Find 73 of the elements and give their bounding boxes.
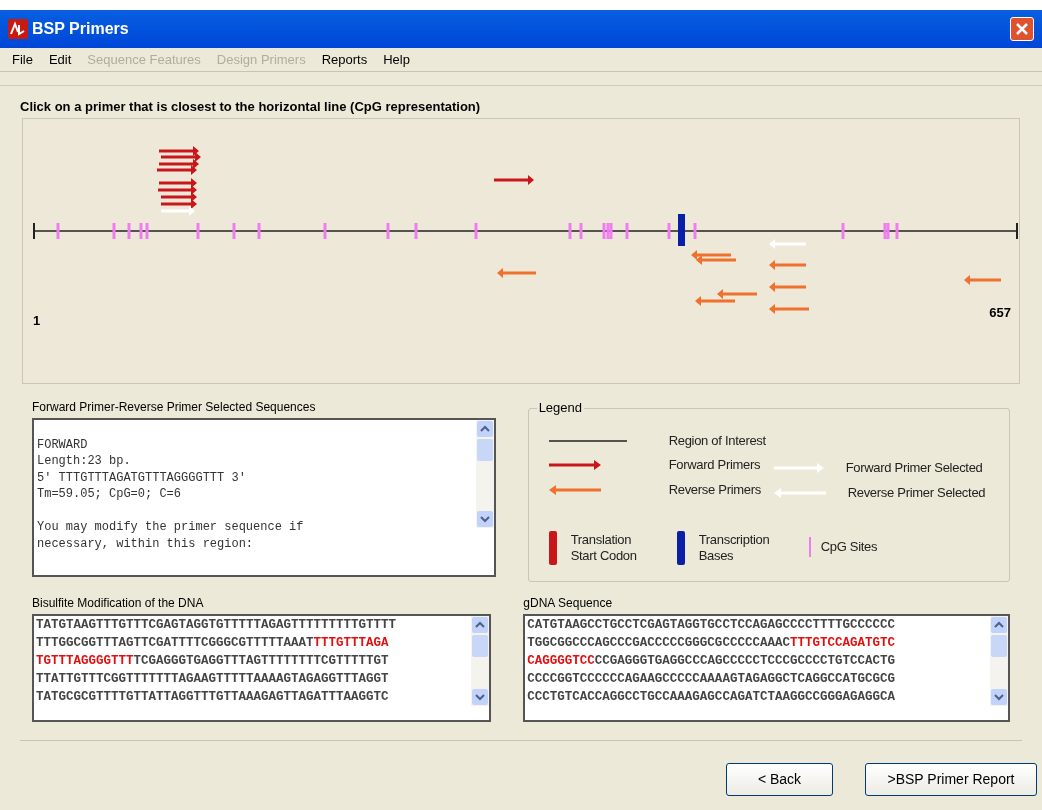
report-button[interactable]: >BSP Primer Report: [865, 763, 1037, 796]
legend-label: Translation Start Codon: [570, 532, 638, 564]
legend-title: Legend: [536, 400, 585, 416]
legend-label: Forward Primers: [668, 457, 761, 473]
cpg-site-mark: [232, 223, 236, 239]
menu-item[interactable]: File: [4, 49, 41, 70]
instruction-text: Click on a primer that is closest to the horizontal line (CpG representation): [19, 98, 482, 116]
forward-primer-arrow[interactable]: [161, 152, 201, 162]
legend-label: Forward Primer Selected: [845, 460, 983, 476]
sequence-text-area[interactable]: TATGTAAGTTTGTTTCGAGTAGGTGTTTTTAGAGTTTTTTTTTGTTTT TTTGGCGGTTTAGTTCGATTTTCGGGCGTTTTTAAATTTTGTTTAGA TGTTTAGGGGTTTTCGAGGGTGAGGTTTAGTTTTTTTTCGTTTTTGT TTATTGTTTCGGTTTTTTTAGAAGTTTTTAAAAGTAGAGGTTTAGGT TATGCGCGTTTTGTTATTAGGTTTGTTAAAGAGTTAGATTTAAGGTC: [32, 614, 492, 722]
cpg-site-mark: [841, 223, 845, 239]
right-arrow-icon: [773, 461, 824, 475]
cpg-site-mark: [145, 223, 149, 239]
tick-swatch: [808, 537, 811, 557]
cpg-site-mark: [139, 223, 143, 239]
forward-primer-arrow[interactable]: [159, 159, 199, 169]
app-logo-icon: [8, 19, 28, 39]
forward-primer-arrow[interactable]: [159, 146, 199, 156]
menu-item[interactable]: Help: [375, 49, 418, 70]
reverse-primer-arrow[interactable]: [696, 255, 736, 265]
cpg-site-mark: [579, 223, 583, 239]
back-button[interactable]: < Back: [726, 763, 833, 796]
forward-primer-arrow[interactable]: [161, 199, 197, 209]
legend-label: Reverse Primers: [668, 482, 761, 498]
cpg-site-mark: [625, 223, 629, 239]
right-arrow-icon: [548, 458, 601, 472]
reverse-primer-arrow[interactable]: [964, 275, 1001, 285]
cpg-site-mark: [667, 223, 671, 239]
legend-label: Region of Interest: [668, 433, 766, 449]
reverse-primer-arrow[interactable]: [695, 296, 735, 306]
end-position-label: 657: [989, 304, 1011, 322]
close-icon: [1016, 23, 1028, 35]
forward-primer-arrow[interactable]: [494, 175, 534, 185]
cpg-site-mark: [386, 223, 390, 239]
cpg-site-mark: [257, 223, 261, 239]
reverse-primer-arrow[interactable]: [769, 282, 806, 292]
cpg-site-mark: [568, 223, 572, 239]
transcription-base-mark: [678, 214, 685, 246]
cpg-site-mark: [323, 223, 327, 239]
cpg-site-mark: [112, 223, 116, 239]
reverse-primer-arrow[interactable]: [717, 289, 757, 299]
reverse-primer-arrow[interactable]: [769, 304, 809, 314]
forward-primer-arrow[interactable]: [158, 185, 197, 195]
section-label: Bisulfite Modification of the DNA: [32, 595, 205, 612]
legend-label: Transcription Bases: [698, 532, 771, 564]
cpg-site-mark: [56, 223, 60, 239]
close-button[interactable]: [1010, 17, 1034, 41]
cpg-site-mark: [895, 223, 899, 239]
cpg-site-mark: [693, 223, 697, 239]
section-label: gDNA Sequence: [523, 595, 614, 612]
menu-item[interactable]: Edit: [40, 49, 80, 70]
window-title: BSP Primers: [32, 19, 129, 39]
legend-label: Reverse Primer Selected: [847, 485, 986, 501]
sequence-text-area[interactable]: FORWARD Length:23 bp. 5' TTTGTTTAGATGTTTAGGGGTTT 3' Tm=59.05; CpG=0; C=6 You may modify the primer sequence if necessary, within this region:: [32, 418, 496, 577]
left-arrow-icon: [773, 486, 826, 500]
cpg-site-mark: [414, 223, 418, 239]
forward-primer-arrow[interactable]: [161, 192, 197, 202]
reverse-primer-arrow[interactable]: [769, 260, 806, 270]
section-label: Forward Primer-Reverse Primer Selected Sequences: [32, 399, 317, 416]
start-position-label: 1: [33, 312, 41, 330]
forward-primer-arrow[interactable]: [157, 165, 197, 175]
cpg-site-mark: [196, 223, 200, 239]
left-arrow-icon: [548, 483, 601, 497]
menu-item[interactable]: Reports: [313, 49, 376, 70]
sequence-text-area[interactable]: CATGTAAGCCTGCCTCGAGTAGGTGCCTCCAGAGCCCCTTTTGCCCCCC TGGCGGCCCAGCCCGACCCCCGGGCGCCCCCAAACTTTGTCCAGATGTC CAGGGGTCCCCGAGGGTGAGGCCCAGCCCCCTCCCGCCCCTGTCCACTG CCCCGGTCCCCCCAGAAGCCCCCAAAAGTAGAGGCTCAGGCCATGCGCG CCCTGTCACCAGGCCTGCCAAAGAGCCAGATCTAAGGCCGGGAGAGGCA: [523, 614, 1010, 722]
legend-label: CpG Sites: [820, 539, 878, 555]
reverse-primer-arrow[interactable]: [497, 268, 536, 278]
bar-swatch: [676, 531, 685, 565]
reverse-primer-arrow[interactable]: [691, 250, 731, 260]
bar-swatch: [548, 531, 557, 565]
cpg-site-mark: [474, 223, 478, 239]
forward-primer-arrow[interactable]: [159, 178, 197, 188]
cpg-site-mark: [127, 223, 131, 239]
